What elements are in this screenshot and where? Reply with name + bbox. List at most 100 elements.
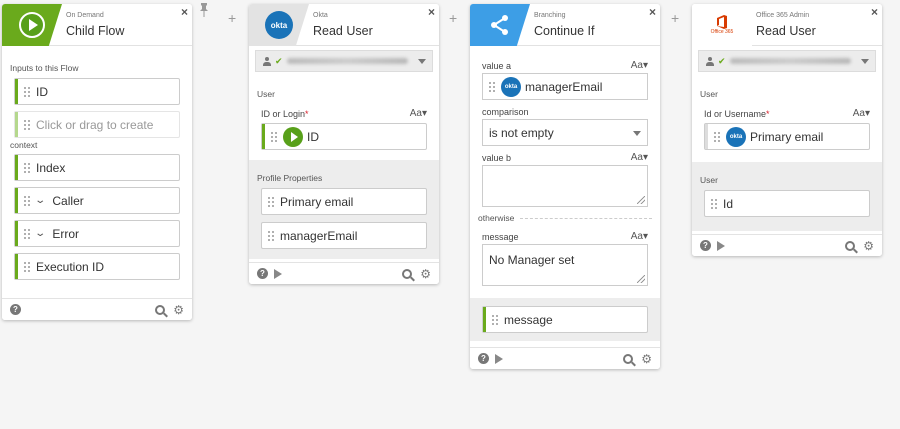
user-icon [262,56,271,66]
play-icon[interactable] [274,268,282,279]
value-b-input[interactable] [482,165,648,207]
drag-handle-icon[interactable] [23,162,31,173]
field-label: comparison [482,106,529,117]
output-primary-email[interactable]: Primary email [261,188,427,215]
comparison-select[interactable]: is not empty [482,119,648,146]
drag-handle-icon[interactable] [23,228,31,239]
gear-icon[interactable]: ⚙ [173,304,184,316]
user-section-label: User [257,89,275,99]
context-item-execution-id[interactable]: Execution ID [14,253,180,280]
pin-icon[interactable] [199,3,209,17]
inputs-section-label: Inputs to this Flow [10,63,79,73]
header-icon-area [2,4,62,46]
card-header: okta Okta Read User × [249,4,439,46]
play-icon[interactable] [717,240,725,251]
field-label-row: message Aa▾ [470,229,660,244]
gear-icon[interactable]: ⚙ [641,353,652,365]
search-icon[interactable] [845,240,856,251]
card-title: Child Flow [66,24,125,38]
chevron-down-icon[interactable] [418,58,426,64]
close-icon[interactable]: × [871,5,878,19]
type-toggle-icon[interactable]: Aa▾ [631,60,648,71]
drag-handle-icon[interactable] [267,196,275,207]
input-field-id[interactable]: ID [14,78,180,105]
gear-icon[interactable]: ⚙ [863,240,874,252]
redacted-connection-name [729,58,851,64]
close-icon[interactable]: × [181,5,188,19]
message-input[interactable]: No Manager set [482,244,648,286]
gear-icon[interactable]: ⚙ [420,268,431,280]
resize-handle-icon[interactable] [637,196,645,204]
okta-logo-icon: okta [501,76,521,97]
help-icon[interactable]: ? [478,353,489,364]
chevron-down-icon[interactable] [861,58,869,64]
add-step-plus-icon[interactable]: + [228,10,236,26]
card-header: On Demand Child Flow × [2,4,192,46]
field-label: message [482,231,519,242]
add-step-plus-icon[interactable]: + [449,10,457,26]
close-icon[interactable]: × [649,5,656,19]
connection-select[interactable]: ✔ [255,50,433,72]
output-manager-email[interactable]: managerEmail [261,222,427,249]
drag-handle-icon[interactable] [23,195,31,206]
user-section-label: User [700,89,718,99]
drag-handle-icon[interactable] [270,131,278,142]
type-toggle-icon[interactable]: Aa▾ [631,152,648,163]
field-label: ID or Login [261,108,306,119]
pill-label: Primary email [280,194,354,209]
value-a-input[interactable]: okta managerEmail [482,73,648,100]
search-icon[interactable] [402,268,413,279]
context-item-caller[interactable]: ⌄ Caller [14,187,180,214]
drag-handle-icon[interactable] [23,86,31,97]
connection-select[interactable]: ✔ [698,50,876,72]
card-footer: ? ⚙ [2,298,192,320]
id-or-username-input[interactable]: okta Primary email [704,123,870,150]
output-id[interactable]: Id [704,190,870,217]
id-or-login-input[interactable]: ID [261,123,427,150]
output-area: message [470,298,660,341]
card-subtitle: Okta [313,12,328,19]
search-icon[interactable] [155,304,166,315]
output-area: User Id [692,162,882,231]
user-icon [705,56,714,66]
help-icon[interactable]: ? [10,304,21,315]
output-message[interactable]: message [482,306,648,333]
output-user-section-label: User [700,175,718,185]
redacted-connection-name [286,58,408,64]
pill-label: managerEmail [280,228,358,243]
chevron-down-icon[interactable] [633,131,641,136]
drag-handle-icon[interactable] [267,230,275,241]
pill-label: message [504,312,553,327]
card-title: Read User [756,24,816,38]
context-item-error[interactable]: ⌄ Error [14,220,180,247]
chevron-down-icon[interactable]: ⌄ [34,228,46,239]
type-toggle-icon[interactable]: Aa▾ [631,231,648,242]
output-area: Profile Properties Primary email manager… [249,160,439,259]
play-icon[interactable] [495,353,503,364]
type-toggle-icon[interactable]: Aa▾ [853,108,870,119]
logo-text: Office 365 [710,29,734,35]
share-branch-icon [491,15,508,35]
pill-label: Execution ID [36,259,105,274]
check-icon: ✔ [275,55,283,66]
help-icon[interactable]: ? [257,268,268,279]
search-icon[interactable] [623,353,634,364]
drag-handle-icon[interactable] [488,81,496,92]
resize-handle-icon[interactable] [637,275,645,283]
field-label-row: value b Aa▾ [470,150,660,165]
pill-label: managerEmail [525,79,603,94]
add-step-plus-icon[interactable]: + [671,10,679,26]
help-icon[interactable]: ? [700,240,711,251]
check-icon: ✔ [718,55,726,66]
type-toggle-icon[interactable]: Aa▾ [410,108,427,119]
drag-handle-icon[interactable] [713,131,721,142]
drag-handle-icon[interactable] [710,198,718,209]
close-icon[interactable]: × [428,5,435,19]
drag-handle-icon[interactable] [23,261,31,272]
create-field-placeholder[interactable]: Click or drag to create [14,111,180,138]
chevron-down-icon[interactable]: ⌄ [34,195,46,206]
context-section-label: context [10,140,38,150]
field-label-row: comparison [470,104,660,119]
context-item-index[interactable]: Index [14,154,180,181]
drag-handle-icon[interactable] [491,314,499,325]
